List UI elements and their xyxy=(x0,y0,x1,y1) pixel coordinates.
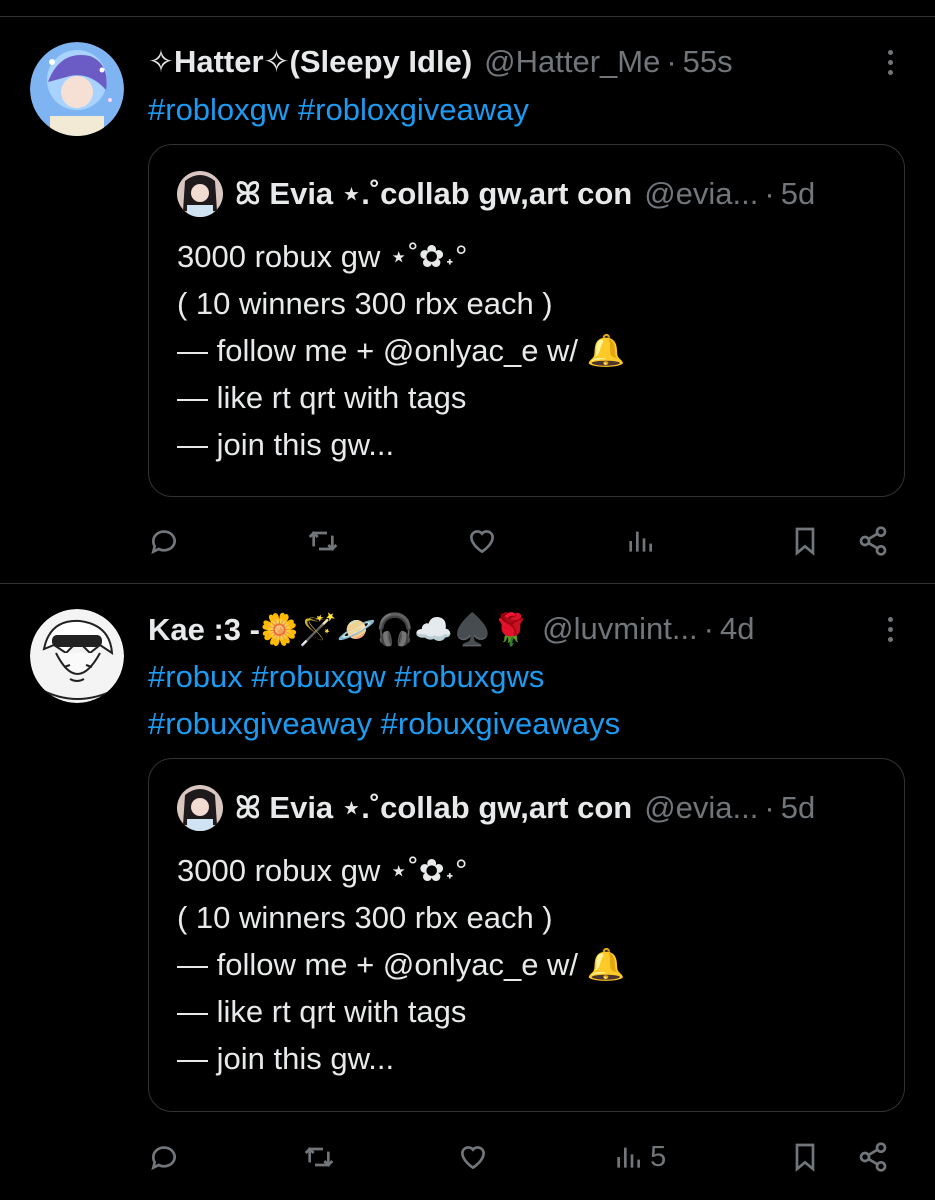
like-button[interactable] xyxy=(457,1141,489,1173)
retweet-button[interactable] xyxy=(307,525,339,557)
views-button[interactable] xyxy=(624,525,662,557)
views-icon xyxy=(617,1147,641,1168)
hashtags-line[interactable]: #robloxgw #robloxgiveaway xyxy=(148,86,905,133)
author-name[interactable]: Kae :3 -🌼🪄🪐🎧☁️♠️🌹 xyxy=(148,611,530,648)
tweet-header: Kae :3 -🌼🪄🪐🎧☁️♠️🌹 @luvmint... · 4d xyxy=(148,605,905,653)
views-button[interactable]: 5 xyxy=(612,1141,666,1174)
author-name[interactable]: ✧Hatter✧(Sleepy Idle) xyxy=(148,44,472,80)
retweet-icon xyxy=(308,531,338,551)
share-icon xyxy=(859,526,887,556)
separator-dot: · xyxy=(666,44,677,79)
bookmark-icon xyxy=(795,1143,815,1172)
quote-avatar xyxy=(177,785,223,831)
bookmark-icon xyxy=(795,527,815,556)
share-icon xyxy=(859,1142,887,1172)
quote-author-name: ꕤ Evia ⋆.˚collab gw,art con xyxy=(235,175,633,211)
quote-timestamp: 5d xyxy=(780,790,816,825)
bookmark-button[interactable] xyxy=(789,1141,821,1173)
separator-dot: · xyxy=(703,611,714,646)
heart-icon xyxy=(469,530,494,554)
tweet-2[interactable]: Kae :3 -🌼🪄🪐🎧☁️♠️🌹 @luvmint... · 4d #robu… xyxy=(0,605,935,1200)
quote-author-name: ꕤ Evia ⋆.˚collab gw,art con xyxy=(235,789,633,825)
quoted-tweet[interactable]: ꕤ Evia ⋆.˚collab gw,art con @evia... · 5… xyxy=(148,144,905,497)
reply-icon xyxy=(151,530,176,555)
more-icon[interactable] xyxy=(875,44,905,80)
divider xyxy=(0,16,935,17)
action-bar: 5 xyxy=(148,1132,889,1182)
avatar[interactable] xyxy=(30,42,124,136)
quote-header: ꕤ Evia ⋆.˚collab gw,art con @evia... · 5… xyxy=(177,785,878,831)
views-count: 5 xyxy=(650,1140,667,1173)
timestamp[interactable]: 55s xyxy=(683,44,733,80)
avatar[interactable] xyxy=(30,609,124,703)
quote-author-handle: @evia... xyxy=(644,790,759,825)
tweet-1[interactable]: ✧Hatter✧(Sleepy Idle) @Hatter_Me · 55s #… xyxy=(0,38,935,583)
divider xyxy=(0,583,935,584)
quote-text: 3000 robux gw ⋆˚✿˖° ( 10 winners 300 rbx… xyxy=(177,239,626,462)
author-handle[interactable]: @luvmint... xyxy=(542,611,698,647)
bookmark-button[interactable] xyxy=(789,525,821,557)
hashtags-line[interactable]: #robux #robuxgw #robuxgws xyxy=(148,653,905,700)
reply-button[interactable] xyxy=(148,525,180,557)
reply-icon xyxy=(151,1146,176,1171)
quote-author-handle: @evia... xyxy=(644,176,759,211)
timeline-feed: ✧Hatter✧(Sleepy Idle) @Hatter_Me · 55s #… xyxy=(0,0,935,1200)
more-icon[interactable] xyxy=(875,611,905,647)
quoted-tweet[interactable]: ꕤ Evia ⋆.˚collab gw,art con @evia... · 5… xyxy=(148,758,905,1112)
retweet-icon xyxy=(304,1147,333,1167)
views-icon xyxy=(629,531,653,552)
heart-icon xyxy=(461,1146,486,1170)
retweet-button[interactable] xyxy=(303,1141,335,1173)
quote-text: 3000 robux gw ⋆˚✿˖° ( 10 winners 300 rbx… xyxy=(177,853,626,1076)
quote-avatar xyxy=(177,171,223,217)
quote-header: ꕤ Evia ⋆.˚collab gw,art con @evia... · 5… xyxy=(177,171,878,217)
share-button[interactable] xyxy=(857,1141,889,1173)
like-button[interactable] xyxy=(466,525,498,557)
separator-dot: · xyxy=(764,790,775,825)
tweet-header: ✧Hatter✧(Sleepy Idle) @Hatter_Me · 55s xyxy=(148,38,905,86)
reply-button[interactable] xyxy=(148,1141,180,1173)
timestamp[interactable]: 4d xyxy=(720,611,754,647)
author-handle[interactable]: @Hatter_Me xyxy=(484,44,660,80)
separator-dot: · xyxy=(764,176,775,211)
hashtags-line[interactable]: #robuxgiveaway #robuxgiveaways xyxy=(148,700,905,747)
quote-timestamp: 5d xyxy=(780,176,816,211)
share-button[interactable] xyxy=(857,525,889,557)
action-bar xyxy=(148,516,889,566)
